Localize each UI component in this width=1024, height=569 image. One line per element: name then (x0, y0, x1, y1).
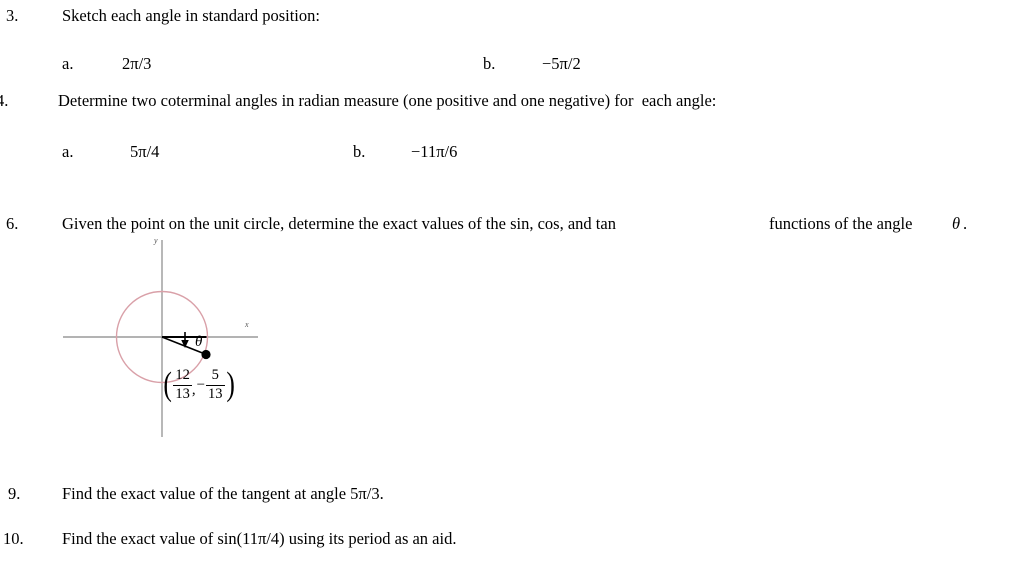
item-6-number: 6. (6, 214, 19, 233)
x-axis-label: x (244, 320, 249, 329)
item-4-number: 4. (0, 91, 9, 110)
unit-circle-point-marker (201, 349, 211, 360)
item-4-part-a-value: 5π/4 (130, 142, 160, 161)
unit-circle-svg: y x θ (63, 236, 258, 437)
item-9-prompt: Find the exact value of the tangent at a… (62, 484, 384, 503)
item-9-number: 9. (8, 484, 21, 503)
item-3-part-b-label: b. (483, 54, 496, 73)
unit-circle-diagram: y x θ (55, 228, 270, 443)
x-denominator: 13 (175, 385, 190, 402)
item-4-part-b-label: b. (353, 142, 366, 161)
item-6-prompt-end: . (963, 214, 968, 233)
item-3-part-b-value: −5π/2 (542, 54, 581, 73)
item-4-part-b-value: −11π/6 (411, 142, 458, 161)
item-3-prompt: Sketch each angle in standard position: (62, 6, 320, 25)
item-10-prompt: Find the exact value of sin(11π/4) using… (62, 529, 457, 548)
item-3-part-a-label: a. (62, 54, 74, 73)
item-6-prompt-right: functions of the angle (769, 214, 913, 233)
theta-label: θ (195, 334, 203, 350)
y-axis-label: y (153, 236, 158, 245)
y-sign: − (196, 376, 206, 393)
close-paren: ) (225, 366, 235, 404)
item-3-number: 3. (6, 6, 19, 25)
y-denominator: 13 (208, 385, 223, 402)
item-10-number: 10. (3, 529, 24, 548)
open-paren: ( (163, 366, 172, 404)
x-numerator: 12 (175, 367, 190, 383)
worksheet-page: 3. Sketch each angle in standard positio… (0, 0, 1024, 569)
item-3-part-a-value: 2π/3 (122, 54, 152, 73)
y-coordinate-fraction: 5 13 (206, 367, 225, 402)
item-4-part-a-label: a. (62, 142, 74, 161)
y-numerator: 5 (211, 367, 219, 383)
item-4-prompt: Determine two coterminal angles in radia… (58, 91, 717, 110)
item-6-angle-symbol: θ (952, 214, 961, 233)
x-coordinate-fraction: 12 13 (173, 367, 192, 402)
point-coordinates-label: (12 13 ,− 5 13) (162, 366, 236, 404)
